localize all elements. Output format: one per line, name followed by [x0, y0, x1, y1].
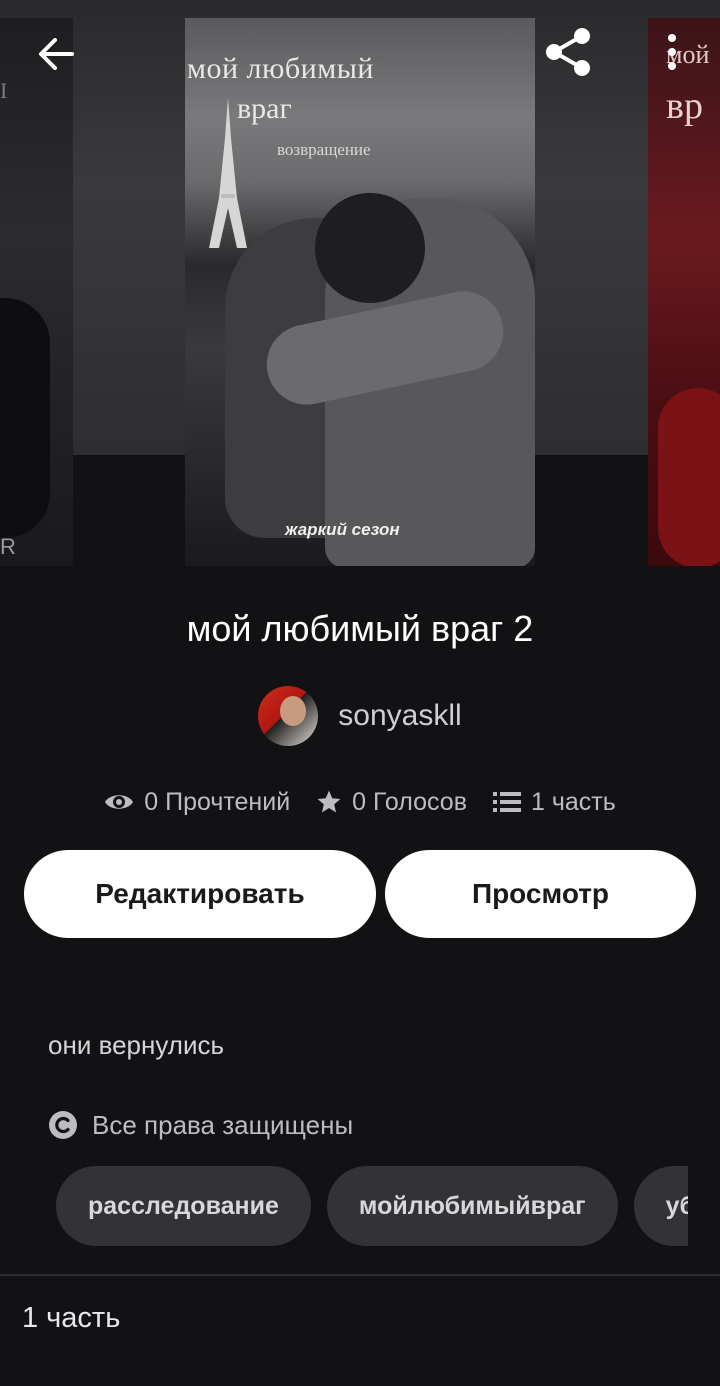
copyright-icon — [49, 1111, 77, 1139]
cover-previous-text: I — [0, 78, 8, 103]
cover-current[interactable]: мой любимый враг возвращение жаркий сезо… — [185, 18, 535, 566]
parts-section-title[interactable]: 1 часть — [22, 1302, 120, 1335]
avatar-face — [280, 696, 307, 726]
list-icon — [492, 792, 521, 812]
stat-votes-label: 0 Голосов — [352, 787, 467, 816]
cover-title-line1: мой любимый — [187, 52, 374, 85]
story-title: мой любимый враг 2 — [186, 608, 534, 649]
star-icon — [317, 790, 341, 813]
stat-parts: 1 часть — [492, 787, 616, 817]
copyright-label: Все права защищены — [92, 1109, 354, 1140]
story-stats: 0 Прочтений 0 Голосов 1 часть — [0, 780, 720, 824]
copyright-row: Все права защищены — [48, 1106, 353, 1144]
more-vertical-icon — [668, 34, 676, 70]
arrow-left-icon — [39, 38, 74, 70]
cover-next-title: вр — [666, 85, 703, 127]
edit-button[interactable]: Редактировать — [24, 850, 376, 938]
author-name[interactable]: sonyaskll — [338, 699, 461, 733]
tag-chip[interactable]: расследование — [56, 1166, 311, 1246]
stat-votes: 0 Голосов — [316, 788, 467, 817]
cover-next-figure — [658, 388, 720, 566]
stat-reads-label: 0 Прочтений — [144, 787, 291, 816]
cover-next[interactable]: мой вр — [648, 18, 720, 566]
tag-chip[interactable]: убийство — [633, 1166, 688, 1246]
share-button[interactable] — [540, 24, 596, 80]
cover-figure-head — [315, 193, 425, 303]
author-link[interactable]: sonyaskll — [0, 685, 720, 747]
tag-chip[interactable]: мойлюбимыйвраг — [326, 1166, 618, 1246]
cover-previous-figure — [0, 298, 50, 538]
cover-subtitle: возвращение — [277, 140, 371, 159]
cover-previous-label: R — [0, 534, 16, 559]
eye-icon — [105, 795, 134, 809]
stat-parts-label: 1 часть — [530, 787, 616, 816]
story-description: они вернулись — [48, 1030, 225, 1060]
share-icon — [546, 28, 590, 76]
cover-title-line2: враг — [237, 92, 292, 125]
preview-button[interactable]: Просмотр — [385, 850, 696, 938]
stat-reads: 0 Прочтений — [104, 788, 290, 817]
author-avatar[interactable] — [258, 686, 319, 746]
more-options-button[interactable] — [656, 28, 688, 80]
cover-previous[interactable]: I R — [0, 18, 73, 566]
cover-tagline: жаркий сезон — [285, 520, 400, 539]
back-button[interactable] — [32, 30, 80, 78]
tag-list[interactable]: расследование мойлюбимыйвраг убийство — [56, 1166, 688, 1246]
section-divider — [0, 1274, 720, 1276]
